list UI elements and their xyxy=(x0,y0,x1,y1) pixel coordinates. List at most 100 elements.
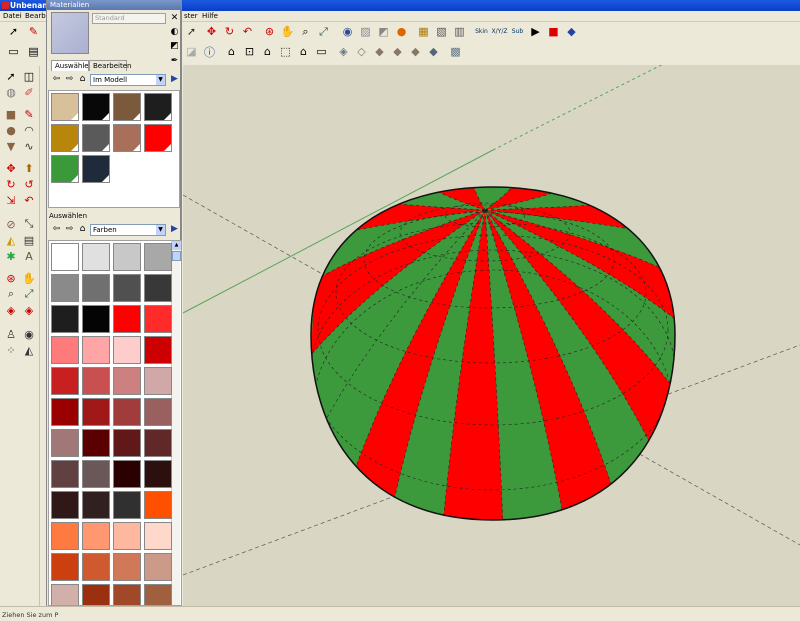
color-swatch[interactable] xyxy=(51,155,79,183)
tool-3d-text[interactable]: A xyxy=(21,248,37,264)
component-button[interactable]: ▤ xyxy=(25,43,42,60)
tool-next[interactable]: ◈ xyxy=(21,302,37,318)
stop-button[interactable]: ■ xyxy=(545,23,562,40)
library-scrollbar[interactable]: ▲ xyxy=(171,241,181,605)
textured-button[interactable]: ◆ xyxy=(407,43,424,60)
scene-canvas[interactable] xyxy=(183,65,800,606)
tool-rectangle[interactable]: ■ xyxy=(3,106,19,122)
default-material-icon[interactable]: ◩ xyxy=(169,40,180,51)
xray-button[interactable]: ◈ xyxy=(335,43,352,60)
shaded-button[interactable]: ◆ xyxy=(389,43,406,60)
play-button[interactable]: ▶ xyxy=(527,23,544,40)
followme-button[interactable]: ↶ xyxy=(239,23,256,40)
color-swatch[interactable] xyxy=(51,305,79,333)
scroll-up-icon[interactable]: ▲ xyxy=(172,241,181,250)
color-swatch[interactable] xyxy=(82,243,110,271)
home-icon[interactable]: ⌂ xyxy=(77,74,88,85)
color-swatch[interactable] xyxy=(82,584,110,605)
wireframe-button[interactable]: ◇ xyxy=(353,43,370,60)
color-swatch[interactable] xyxy=(113,553,141,581)
details-icon[interactable]: ▶ xyxy=(169,224,180,235)
forward-icon[interactable]: ⇨ xyxy=(64,224,75,235)
model-info-button[interactable]: ● xyxy=(393,23,410,40)
tool-previous[interactable]: ◈ xyxy=(3,302,19,318)
right-view-button[interactable]: ⬚ xyxy=(277,43,294,60)
tool-axes[interactable]: ✱ xyxy=(3,248,19,264)
section-button[interactable]: ▩ xyxy=(447,43,464,60)
tool-walk[interactable]: ⁘ xyxy=(3,342,19,358)
color-swatch[interactable] xyxy=(82,553,110,581)
left-view-button[interactable]: ▭ xyxy=(313,43,330,60)
color-swatch[interactable] xyxy=(51,429,79,457)
color-swatch[interactable] xyxy=(113,124,141,152)
color-swatch[interactable] xyxy=(144,243,172,271)
color-swatch[interactable] xyxy=(82,93,110,121)
scroll-thumb[interactable] xyxy=(172,251,181,261)
color-swatch[interactable] xyxy=(51,398,79,426)
color-swatch[interactable] xyxy=(82,367,110,395)
xyz-button[interactable]: X/Y/Z xyxy=(491,23,508,40)
forward-icon[interactable]: ⇨ xyxy=(64,74,75,85)
help-button[interactable]: ◪ xyxy=(183,43,200,60)
3d-viewport[interactable] xyxy=(183,65,800,606)
collection-dropdown-model[interactable]: Im Modell ▼ xyxy=(90,74,166,86)
color-swatch[interactable] xyxy=(144,398,172,426)
color-swatch[interactable] xyxy=(51,124,79,152)
home-icon[interactable]: ⌂ xyxy=(77,224,88,235)
color-swatch[interactable] xyxy=(82,522,110,550)
color-swatch[interactable] xyxy=(113,491,141,519)
color-swatch[interactable] xyxy=(51,93,79,121)
color-swatch[interactable] xyxy=(144,460,172,488)
iso-view-button[interactable]: ⌂ xyxy=(223,43,240,60)
color-swatch[interactable] xyxy=(82,155,110,183)
tool-freehand[interactable]: ∿ xyxy=(21,138,37,154)
top-view-button[interactable]: ⊡ xyxy=(241,43,258,60)
back-icon[interactable]: ⇦ xyxy=(51,224,62,235)
color-swatch[interactable] xyxy=(113,305,141,333)
geo-button[interactable]: ◉ xyxy=(339,23,356,40)
color-swatch[interactable] xyxy=(51,553,79,581)
skin-button[interactable]: Skin xyxy=(473,23,490,40)
info-button[interactable]: ⓘ xyxy=(201,43,218,60)
pencil-tool-button[interactable]: ✎ xyxy=(25,23,42,40)
color-swatch[interactable] xyxy=(144,367,172,395)
zoom-button[interactable]: ⌕ xyxy=(297,23,314,40)
tool-zoom-window[interactable]: ⤢ xyxy=(21,286,37,302)
color-swatch[interactable] xyxy=(113,460,141,488)
material-name-field[interactable]: Standard xyxy=(92,13,166,24)
color-swatch[interactable] xyxy=(144,124,172,152)
tool-paint[interactable]: ◍ xyxy=(3,84,19,100)
color-swatch[interactable] xyxy=(51,243,79,271)
color-swatch[interactable] xyxy=(51,460,79,488)
tool-look-around[interactable]: ◉ xyxy=(21,326,37,342)
color-swatch[interactable] xyxy=(113,336,141,364)
tool-offset[interactable]: ↶ xyxy=(21,192,37,208)
color-swatch[interactable] xyxy=(113,243,141,271)
hidden-line-button[interactable]: ◆ xyxy=(371,43,388,60)
pan-button[interactable]: ✋ xyxy=(279,23,296,40)
color-swatch[interactable] xyxy=(82,305,110,333)
tool-eraser[interactable]: ✐ xyxy=(21,84,37,100)
tool-protractor[interactable]: ◭ xyxy=(3,232,19,248)
color-swatch[interactable] xyxy=(144,429,172,457)
sub-button[interactable]: Sub xyxy=(509,23,526,40)
back-view-button[interactable]: ⌂ xyxy=(295,43,312,60)
front-view-button[interactable]: ⌂ xyxy=(259,43,276,60)
tool-circle[interactable]: ● xyxy=(3,122,19,138)
color-swatch[interactable] xyxy=(144,491,172,519)
color-swatch[interactable] xyxy=(144,522,172,550)
menu-datei[interactable]: Datei xyxy=(3,12,22,20)
color-swatch[interactable] xyxy=(113,584,141,605)
move-button[interactable]: ✥ xyxy=(203,23,220,40)
tool-pan[interactable]: ✋ xyxy=(21,270,37,286)
dome-model[interactable] xyxy=(303,180,683,550)
color-swatch[interactable] xyxy=(82,398,110,426)
color-swatch[interactable] xyxy=(144,274,172,302)
collection-dropdown-library[interactable]: Farben ▼ xyxy=(90,224,166,236)
share-button[interactable]: ▧ xyxy=(433,23,450,40)
tool-section[interactable]: ◭ xyxy=(21,342,37,358)
tab-bearbeiten[interactable]: Bearbeiten xyxy=(89,60,131,71)
tool-zoom[interactable]: ⌕ xyxy=(3,286,19,302)
color-swatch[interactable] xyxy=(51,584,79,605)
menu-hilfe[interactable]: Hilfe xyxy=(202,12,218,20)
